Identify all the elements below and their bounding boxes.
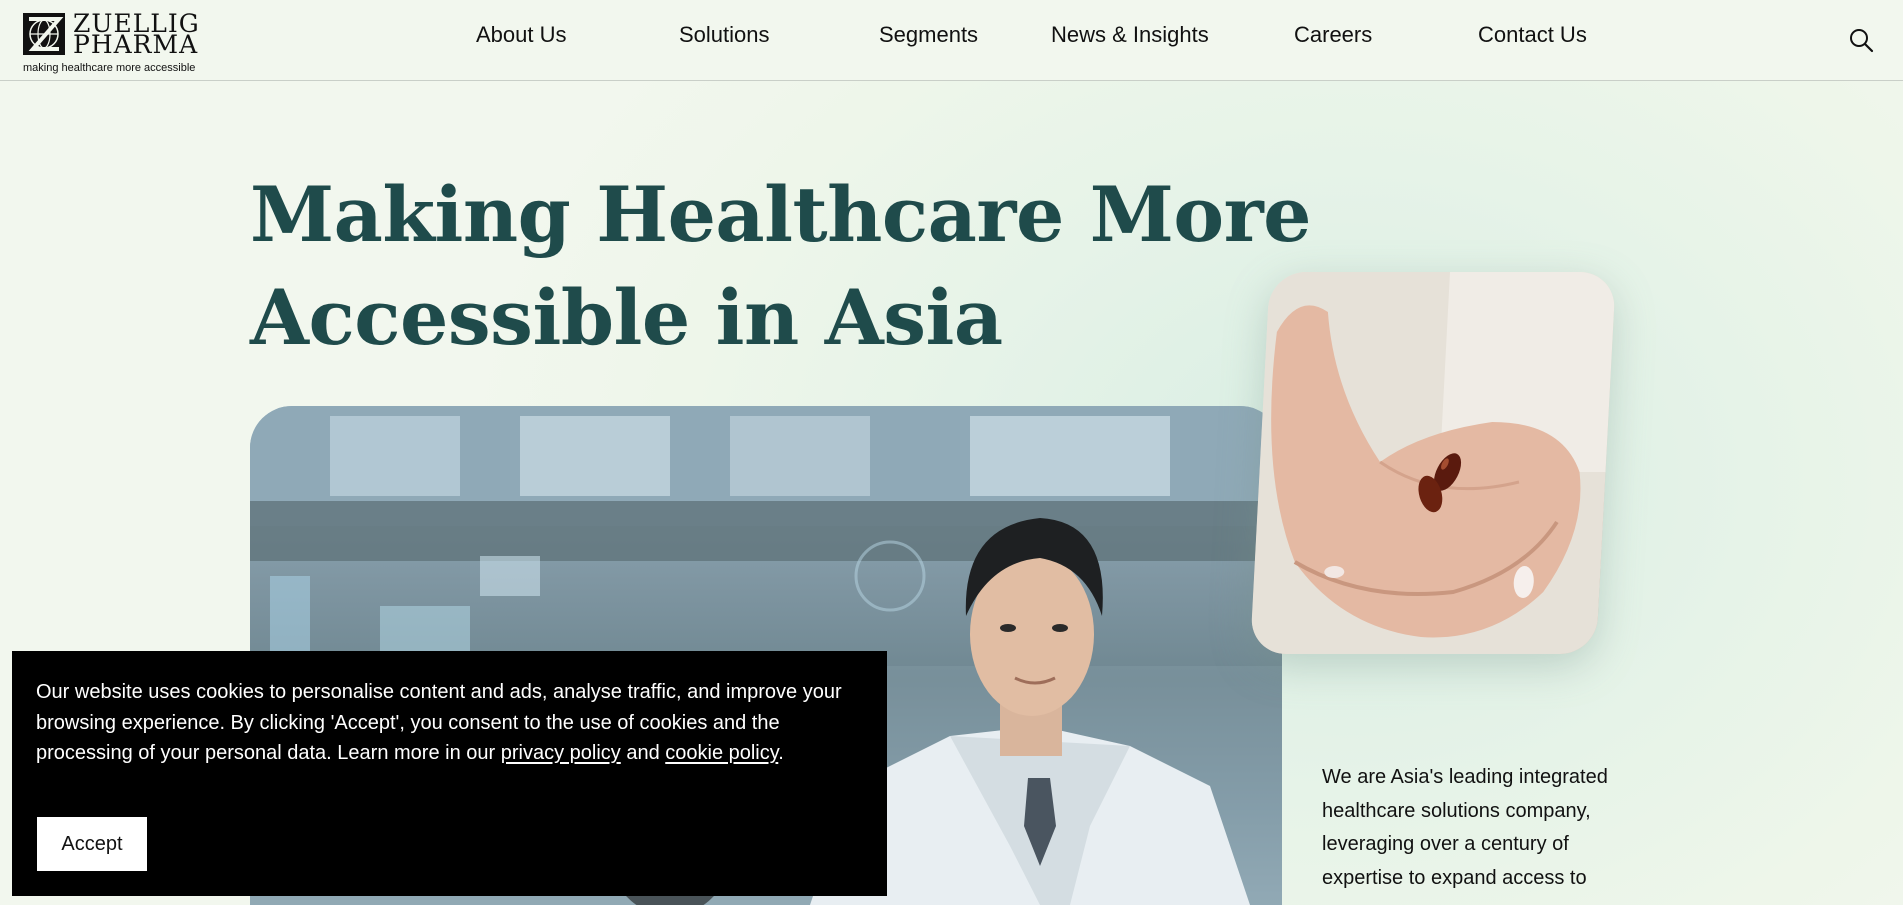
hero-title-line2: Accessible in Asia — [250, 273, 1003, 362]
privacy-policy-link[interactable]: privacy policy — [501, 742, 621, 764]
hero-title-line1: Making Healthcare More — [250, 170, 1311, 259]
cookie-policy-link[interactable]: cookie policy — [665, 742, 778, 764]
intro-paragraph: We are Asia's leading integrated healthc… — [1322, 766, 1608, 889]
cookie-message: Our website uses cookies to personalise … — [36, 677, 866, 769]
cookie-period: . — [778, 742, 784, 764]
capsules-hands-photo — [1249, 272, 1617, 654]
nav-about-us[interactable]: About Us — [476, 22, 567, 48]
logo-z-globe-icon — [23, 13, 65, 55]
nav-news-insights[interactable]: News & Insights — [1051, 22, 1209, 48]
nav-careers[interactable]: Careers — [1294, 22, 1372, 48]
search-icon[interactable] — [1848, 27, 1874, 53]
hero-title: Making Healthcare More Accessible in Asi… — [250, 163, 1311, 369]
cookie-and-text: and — [620, 742, 666, 764]
hands-capsules-image — [1249, 272, 1617, 654]
accept-cookies-button[interactable]: Accept — [37, 817, 147, 871]
nav-contact-us[interactable]: Contact Us — [1478, 22, 1587, 48]
nav-segments[interactable]: Segments — [879, 22, 978, 48]
nav-solutions[interactable]: Solutions — [679, 22, 770, 48]
site-header: ZUELLIG PHARMA making healthcare more ac… — [0, 0, 1903, 81]
cookie-consent-banner: Our website uses cookies to personalise … — [12, 651, 887, 896]
zuellig-pharma-logo[interactable]: ZUELLIG PHARMA making healthcare more ac… — [23, 9, 213, 75]
logo-tagline: making healthcare more accessible — [23, 62, 196, 74]
logo-wordmark: ZUELLIG PHARMA — [73, 9, 200, 59]
